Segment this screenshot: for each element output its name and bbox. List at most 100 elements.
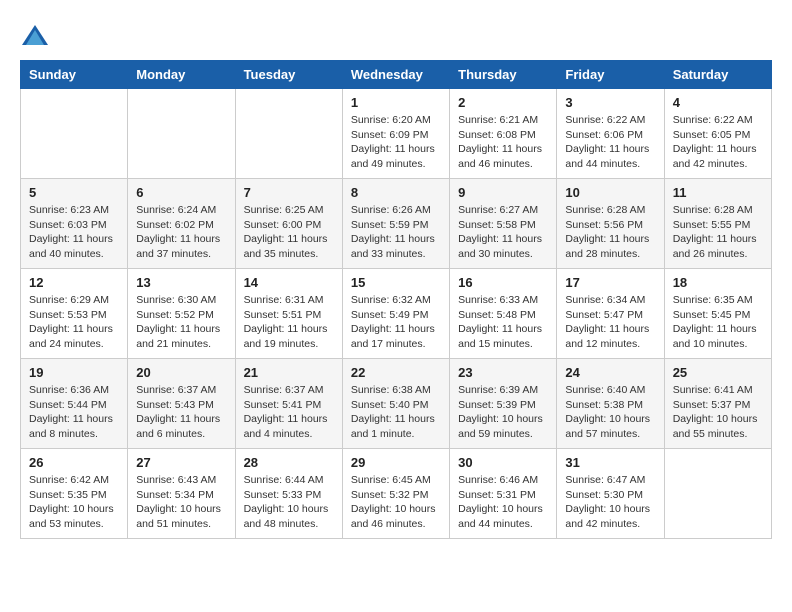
day-number: 27 [136,455,226,470]
weekday-header-wednesday: Wednesday [342,61,449,89]
day-info: Sunrise: 6:35 AM Sunset: 5:45 PM Dayligh… [673,293,763,352]
day-info: Sunrise: 6:42 AM Sunset: 5:35 PM Dayligh… [29,473,119,532]
day-number: 29 [351,455,441,470]
day-number: 21 [244,365,334,380]
day-cell: 24 Sunrise: 6:40 AM Sunset: 5:38 PM Dayli… [557,359,664,449]
weekday-header-monday: Monday [128,61,235,89]
day-cell: 6 Sunrise: 6:24 AM Sunset: 6:02 PM Daylig… [128,179,235,269]
calendar: SundayMondayTuesdayWednesdayThursdayFrid… [20,60,772,539]
week-row-1: 1Sunrise: 6:20 AM Sunset: 6:09 PM Daylig… [21,89,772,179]
day-cell: 16Sunrise: 6:33 AM Sunset: 5:48 PM Dayli… [450,269,557,359]
weekday-header-saturday: Saturday [664,61,771,89]
day-info: Sunrise: 6:46 AM Sunset: 5:31 PM Dayligh… [458,473,548,532]
logo [20,20,54,50]
weekday-header-thursday: Thursday [450,61,557,89]
day-cell: 3 Sunrise: 6:22 AM Sunset: 6:06 PM Daylig… [557,89,664,179]
day-cell: 26 Sunrise: 6:42 AM Sunset: 5:35 PM Dayli… [21,449,128,539]
day-cell: 8 Sunrise: 6:26 AM Sunset: 5:59 PM Daylig… [342,179,449,269]
day-info: Sunrise: 6:25 AM Sunset: 6:00 PM Dayligh… [244,203,334,262]
day-info: Sunrise: 6:21 AM Sunset: 6:08 PM Dayligh… [458,113,548,172]
day-info: Sunrise: 6:24 AM Sunset: 6:02 PM Dayligh… [136,203,226,262]
day-info: Sunrise: 6:28 AM Sunset: 5:56 PM Dayligh… [565,203,655,262]
page-header [20,20,772,50]
day-number: 14 [244,275,334,290]
day-cell: 23 Sunrise: 6:39 AM Sunset: 5:39 PM Dayli… [450,359,557,449]
day-info: Sunrise: 6:22 AM Sunset: 6:05 PM Dayligh… [673,113,763,172]
day-info: Sunrise: 6:33 AM Sunset: 5:48 PM Dayligh… [458,293,548,352]
day-number: 7 [244,185,334,200]
day-number: 13 [136,275,226,290]
day-number: 20 [136,365,226,380]
day-info: Sunrise: 6:45 AM Sunset: 5:32 PM Dayligh… [351,473,441,532]
day-number: 18 [673,275,763,290]
day-number: 17 [565,275,655,290]
day-number: 1 [351,95,441,110]
day-number: 12 [29,275,119,290]
day-info: Sunrise: 6:30 AM Sunset: 5:52 PM Dayligh… [136,293,226,352]
day-cell: 20 Sunrise: 6:37 AM Sunset: 5:43 PM Dayli… [128,359,235,449]
day-cell: 5 Sunrise: 6:23 AM Sunset: 6:03 PM Daylig… [21,179,128,269]
day-cell: 27 Sunrise: 6:43 AM Sunset: 5:34 PM Dayli… [128,449,235,539]
day-cell: 17Sunrise: 6:34 AM Sunset: 5:47 PM Dayli… [557,269,664,359]
weekday-header-sunday: Sunday [21,61,128,89]
day-number: 25 [673,365,763,380]
day-cell: 15Sunrise: 6:32 AM Sunset: 5:49 PM Dayli… [342,269,449,359]
day-info: Sunrise: 6:40 AM Sunset: 5:38 PM Dayligh… [565,383,655,442]
day-cell: 28 Sunrise: 6:44 AM Sunset: 5:33 PM Dayli… [235,449,342,539]
day-number: 28 [244,455,334,470]
day-number: 24 [565,365,655,380]
day-info: Sunrise: 6:27 AM Sunset: 5:58 PM Dayligh… [458,203,548,262]
day-cell: 4 Sunrise: 6:22 AM Sunset: 6:05 PM Daylig… [664,89,771,179]
day-cell [664,449,771,539]
day-info: Sunrise: 6:43 AM Sunset: 5:34 PM Dayligh… [136,473,226,532]
day-info: Sunrise: 6:37 AM Sunset: 5:43 PM Dayligh… [136,383,226,442]
day-cell: 21 Sunrise: 6:37 AM Sunset: 5:41 PM Dayli… [235,359,342,449]
week-row-2: 5 Sunrise: 6:23 AM Sunset: 6:03 PM Daylig… [21,179,772,269]
day-info: Sunrise: 6:44 AM Sunset: 5:33 PM Dayligh… [244,473,334,532]
day-number: 9 [458,185,548,200]
day-info: Sunrise: 6:38 AM Sunset: 5:40 PM Dayligh… [351,383,441,442]
day-cell: 18 Sunrise: 6:35 AM Sunset: 5:45 PM Dayli… [664,269,771,359]
day-number: 22 [351,365,441,380]
weekday-header-row: SundayMondayTuesdayWednesdayThursdayFrid… [21,61,772,89]
day-cell: 2 Sunrise: 6:21 AM Sunset: 6:08 PM Daylig… [450,89,557,179]
day-cell: 29 Sunrise: 6:45 AM Sunset: 5:32 PM Dayli… [342,449,449,539]
day-info: Sunrise: 6:36 AM Sunset: 5:44 PM Dayligh… [29,383,119,442]
week-row-5: 26 Sunrise: 6:42 AM Sunset: 5:35 PM Dayli… [21,449,772,539]
day-cell: 22 Sunrise: 6:38 AM Sunset: 5:40 PM Dayli… [342,359,449,449]
day-number: 23 [458,365,548,380]
week-row-4: 19 Sunrise: 6:36 AM Sunset: 5:44 PM Dayli… [21,359,772,449]
day-number: 15 [351,275,441,290]
day-info: Sunrise: 6:29 AM Sunset: 5:53 PM Dayligh… [29,293,119,352]
day-cell: 25 Sunrise: 6:41 AM Sunset: 5:37 PM Dayli… [664,359,771,449]
logo-icon [20,20,50,50]
day-cell: 11Sunrise: 6:28 AM Sunset: 5:55 PM Dayli… [664,179,771,269]
day-number: 19 [29,365,119,380]
weekday-header-tuesday: Tuesday [235,61,342,89]
day-number: 10 [565,185,655,200]
day-number: 26 [29,455,119,470]
day-info: Sunrise: 6:39 AM Sunset: 5:39 PM Dayligh… [458,383,548,442]
day-number: 6 [136,185,226,200]
day-number: 30 [458,455,548,470]
day-info: Sunrise: 6:26 AM Sunset: 5:59 PM Dayligh… [351,203,441,262]
day-number: 5 [29,185,119,200]
day-info: Sunrise: 6:37 AM Sunset: 5:41 PM Dayligh… [244,383,334,442]
day-number: 2 [458,95,548,110]
day-info: Sunrise: 6:23 AM Sunset: 6:03 PM Dayligh… [29,203,119,262]
day-cell [235,89,342,179]
day-cell: 10 Sunrise: 6:28 AM Sunset: 5:56 PM Dayli… [557,179,664,269]
day-info: Sunrise: 6:28 AM Sunset: 5:55 PM Dayligh… [673,203,763,262]
day-cell: 30 Sunrise: 6:46 AM Sunset: 5:31 PM Dayli… [450,449,557,539]
day-cell: 14Sunrise: 6:31 AM Sunset: 5:51 PM Dayli… [235,269,342,359]
day-info: Sunrise: 6:22 AM Sunset: 6:06 PM Dayligh… [565,113,655,172]
day-number: 3 [565,95,655,110]
weekday-header-friday: Friday [557,61,664,89]
day-number: 4 [673,95,763,110]
day-cell: 19 Sunrise: 6:36 AM Sunset: 5:44 PM Dayli… [21,359,128,449]
day-info: Sunrise: 6:41 AM Sunset: 5:37 PM Dayligh… [673,383,763,442]
day-cell [128,89,235,179]
day-info: Sunrise: 6:47 AM Sunset: 5:30 PM Dayligh… [565,473,655,532]
day-number: 8 [351,185,441,200]
day-cell: 7 Sunrise: 6:25 AM Sunset: 6:00 PM Daylig… [235,179,342,269]
